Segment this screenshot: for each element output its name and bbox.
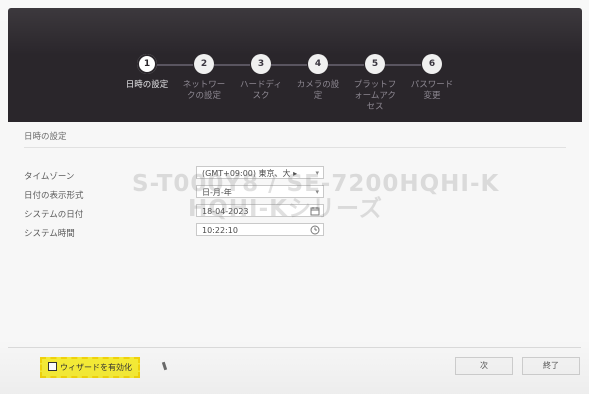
wizard-step-3[interactable]: 3 ハードディ スク bbox=[231, 54, 291, 102]
setup-wizard-screen: 1 日時の設定 2 ネットワー クの設定 3 ハードディ スク 4 カメラの設 … bbox=[0, 0, 589, 394]
wizard-steps: 1 日時の設定 2 ネットワー クの設定 3 ハードディ スク 4 カメラの設 … bbox=[8, 8, 582, 122]
step-label: カメラの設 定 bbox=[296, 80, 340, 101]
next-button[interactable]: 次 bbox=[455, 357, 513, 375]
wizard-step-6[interactable]: 6 パスワード 変更 bbox=[402, 54, 462, 102]
timezone-label: タイムゾーン bbox=[24, 172, 75, 182]
system-date-value: 18-04-2023 bbox=[202, 207, 249, 216]
section-divider bbox=[24, 147, 566, 148]
system-time-label: システム時間 bbox=[24, 229, 75, 239]
wizard-content: 日時の設定 タイムゾーン (GMT+09:00) 東京、大 ▸ ▾ 日付の表示形… bbox=[8, 122, 582, 392]
enable-wizard-checkbox[interactable]: ウィザードを有効化 bbox=[40, 357, 140, 378]
date-format-value: 日-月-年 bbox=[202, 188, 232, 197]
chevron-down-icon: ▾ bbox=[315, 188, 319, 196]
step-label: プラットフ ォームアク セス bbox=[353, 80, 397, 112]
calendar-icon[interactable] bbox=[310, 206, 320, 216]
chevron-down-icon: ▾ bbox=[315, 169, 319, 177]
timezone-value: (GMT+09:00) 東京、大 ▸ bbox=[202, 169, 298, 178]
section-title: 日時の設定 bbox=[24, 132, 67, 142]
wizard-header: 1 日時の設定 2 ネットワー クの設定 3 ハードディ スク 4 カメラの設 … bbox=[8, 8, 582, 122]
step-label: パスワード 変更 bbox=[410, 80, 454, 101]
step-label: ネットワー クの設定 bbox=[182, 80, 226, 101]
step-number: 3 bbox=[251, 54, 271, 74]
step-label: 日時の設定 bbox=[125, 80, 169, 90]
step-number: 1 bbox=[137, 54, 157, 74]
wizard-step-5[interactable]: 5 プラットフ ォームアク セス bbox=[345, 54, 405, 113]
step-number: 6 bbox=[422, 54, 442, 74]
clock-icon[interactable] bbox=[310, 225, 320, 235]
wizard-step-2[interactable]: 2 ネットワー クの設定 bbox=[174, 54, 234, 102]
system-time-input[interactable]: 10:22:10 bbox=[196, 223, 324, 236]
enable-wizard-label: ウィザードを有効化 bbox=[60, 363, 132, 372]
step-number: 5 bbox=[365, 54, 385, 74]
system-date-input[interactable]: 18-04-2023 bbox=[196, 204, 324, 217]
finish-button[interactable]: 終了 bbox=[522, 357, 580, 375]
step-number: 2 bbox=[194, 54, 214, 74]
system-time-value: 10:22:10 bbox=[202, 226, 238, 235]
step-number: 4 bbox=[308, 54, 328, 74]
date-format-select[interactable]: 日-月-年 ▾ bbox=[196, 185, 324, 198]
system-date-label: システムの日付 bbox=[24, 210, 84, 220]
checkbox-icon[interactable] bbox=[48, 362, 57, 371]
wizard-step-1[interactable]: 1 日時の設定 bbox=[117, 54, 177, 91]
wizard-step-4[interactable]: 4 カメラの設 定 bbox=[288, 54, 348, 102]
footer-divider bbox=[8, 347, 581, 348]
date-format-label: 日付の表示形式 bbox=[24, 191, 84, 201]
timezone-select[interactable]: (GMT+09:00) 東京、大 ▸ ▾ bbox=[196, 166, 324, 179]
step-label: ハードディ スク bbox=[240, 80, 282, 101]
